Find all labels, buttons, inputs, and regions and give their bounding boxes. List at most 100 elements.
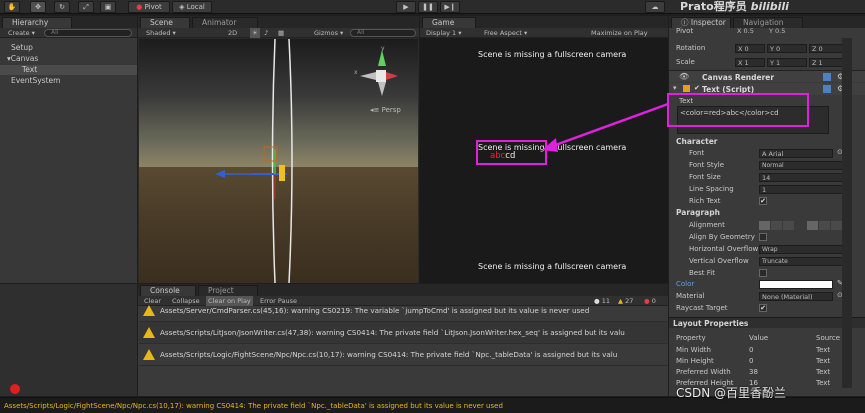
log-text: Assets/Scripts/Logic/FightScene/Npc/Npc.… xyxy=(160,350,618,359)
missing-camera-message: Scene is missing a fullscreen camera xyxy=(478,262,627,271)
v-overflow-dropdown[interactable]: Truncate xyxy=(759,257,843,266)
pivot-x-field[interactable]: X 0.5 xyxy=(735,27,769,36)
hierarchy-item-setup[interactable]: Setup xyxy=(11,43,33,53)
mode-2d-toggle[interactable]: 2D xyxy=(228,28,237,38)
missing-camera-message: Scene is missing a fullscreen camera xyxy=(478,50,627,59)
pivot-y-field[interactable]: Y 0.5 xyxy=(767,27,801,36)
canvas-renderer-title: Canvas Renderer xyxy=(702,73,775,82)
raycast-checkbox[interactable]: ✔ xyxy=(759,304,767,312)
material-field[interactable]: None (Material) xyxy=(759,292,833,301)
enabled-checkbox[interactable]: ✔ xyxy=(694,84,700,92)
align-middle-icon[interactable] xyxy=(819,221,830,230)
line-spacing-field[interactable]: 1 xyxy=(759,185,843,194)
maximize-toggle[interactable]: Maximize on Play xyxy=(591,28,648,38)
persp-label[interactable]: ◂≡ Persp xyxy=(370,106,401,114)
lp-header-source: Source xyxy=(816,334,841,342)
lp-cell: Min Width xyxy=(676,346,711,354)
h-overflow-dropdown[interactable]: Wrap xyxy=(759,245,843,254)
effects-toggle[interactable]: ▦ xyxy=(278,28,284,38)
gizmos-dropdown[interactable]: Gizmos ▾ xyxy=(314,28,343,38)
highlight-box-game xyxy=(476,140,547,165)
watermark-text: Prato程序员 xyxy=(680,0,747,13)
hierarchy-item-canvas[interactable]: ▾Canvas xyxy=(7,54,38,64)
create-label: Create xyxy=(8,29,30,37)
pause-button[interactable]: ❚❚ xyxy=(418,1,438,13)
rect-tool-button[interactable]: ▣ xyxy=(100,1,116,13)
tab-project-label: Project xyxy=(208,286,234,295)
align-top-icon[interactable] xyxy=(807,221,818,230)
local-label: Local xyxy=(186,3,205,11)
align-geometry-checkbox[interactable] xyxy=(759,233,767,241)
scale-x-field[interactable]: X 1 xyxy=(735,58,765,67)
console-tabbar: Console Project xyxy=(138,284,668,296)
rotation-y-field[interactable]: Y 0 xyxy=(767,44,807,53)
rotate-tool-button[interactable]: ↻ xyxy=(54,1,70,13)
scale-tool-button[interactable]: ⤢ xyxy=(78,1,94,13)
tab-game[interactable]: Game xyxy=(422,17,476,28)
create-dropdown[interactable]: Create ▾ xyxy=(8,28,35,38)
scale-y-field[interactable]: Y 1 xyxy=(767,58,807,67)
audio-toggle[interactable]: ♪ xyxy=(264,28,268,38)
hand-tool-button[interactable]: ✋ xyxy=(4,1,20,13)
font-value: Arial xyxy=(768,150,784,158)
step-button[interactable]: ▶❙ xyxy=(440,1,460,13)
pivot-icon: ● xyxy=(136,3,143,11)
shading-dropdown[interactable]: Shaded ▾ xyxy=(146,28,176,38)
help-icon[interactable] xyxy=(823,85,831,93)
scene-search-input[interactable]: All xyxy=(350,29,416,37)
paragraph-section-title: Paragraph xyxy=(676,208,720,217)
tab-hierarchy[interactable]: Hierarchy xyxy=(2,17,72,28)
tab-navigation-label: Navigation xyxy=(743,18,784,27)
tab-scene[interactable]: Scene xyxy=(140,17,190,28)
rect-icon: ▣ xyxy=(104,3,112,11)
align-bottom-icon[interactable] xyxy=(831,221,842,230)
pause-icon: ❚❚ xyxy=(422,3,434,11)
scene-toolbar: Shaded ▾ 2D ☀ ♪ ▦ Gizmos ▾ All xyxy=(138,28,419,38)
color-swatch[interactable] xyxy=(759,280,833,289)
record-icon xyxy=(10,384,20,394)
status-message: Assets/Scripts/Logic/FightScene/Npc/Npc.… xyxy=(4,402,503,410)
rich-text-checkbox[interactable]: ✔ xyxy=(759,197,767,205)
align-right-icon[interactable] xyxy=(783,221,794,230)
hierarchy-item-eventsystem[interactable]: EventSystem xyxy=(11,76,60,86)
pivot-toggle[interactable]: ● Pivot xyxy=(128,1,170,13)
canvas-renderer-header[interactable]: 👁 Canvas Renderer ⚙ xyxy=(669,70,865,82)
alignment-buttons[interactable] xyxy=(759,221,845,230)
font-style-dropdown[interactable]: Normal xyxy=(759,161,843,170)
play-button[interactable]: ▶ xyxy=(396,1,416,13)
tab-console[interactable]: Console xyxy=(140,285,196,296)
font-label: Font xyxy=(689,149,705,157)
lp-header-property: Property xyxy=(676,334,706,342)
collab-button[interactable]: ☁ xyxy=(645,1,665,13)
aspect-dropdown[interactable]: Free Aspect ▾ xyxy=(484,28,527,38)
pivot-label: Pivot xyxy=(676,27,694,35)
font-field[interactable]: A Arial xyxy=(759,149,833,158)
layout-properties-header[interactable]: Layout Properties xyxy=(669,317,865,328)
rotation-x-field[interactable]: X 0 xyxy=(735,44,765,53)
tab-project[interactable]: Project xyxy=(198,285,258,296)
axis-x-label: x xyxy=(354,69,358,76)
display-dropdown[interactable]: Display 1 ▾ xyxy=(426,28,462,38)
expand-arrow-icon[interactable]: ▾ xyxy=(673,84,677,92)
align-left-icon[interactable] xyxy=(759,221,770,230)
hierarchy-item-label: EventSystem xyxy=(11,76,61,85)
best-fit-checkbox[interactable] xyxy=(759,269,767,277)
lp-cell: Text xyxy=(816,379,831,387)
log-entry[interactable]: Assets/Scripts/LitJson/JsonWriter.cs(47,… xyxy=(139,322,668,344)
log-entry[interactable]: Assets/Server/CmdParser.cs(45,16): warni… xyxy=(139,300,668,322)
log-entry[interactable]: Assets/Scripts/Logic/FightScene/Npc/Npc.… xyxy=(139,344,668,366)
orientation-gizmo[interactable] xyxy=(356,46,400,106)
inspector-scrollbar[interactable] xyxy=(842,38,852,388)
layout-properties-title: Layout Properties xyxy=(673,319,749,328)
hierarchy-item-text[interactable]: Text xyxy=(0,65,137,75)
hierarchy-search-input[interactable]: All xyxy=(44,29,132,37)
font-icon: A xyxy=(762,150,767,158)
tab-animator[interactable]: Animator xyxy=(192,17,258,28)
tab-game-label: Game xyxy=(432,18,455,27)
align-center-icon[interactable] xyxy=(771,221,782,230)
move-tool-button[interactable]: ✥ xyxy=(30,1,46,13)
local-toggle[interactable]: ◈ Local xyxy=(172,1,212,13)
lighting-toggle[interactable]: ☀ xyxy=(250,28,260,38)
help-icon[interactable] xyxy=(823,73,831,81)
font-size-field[interactable]: 14 xyxy=(759,173,843,182)
